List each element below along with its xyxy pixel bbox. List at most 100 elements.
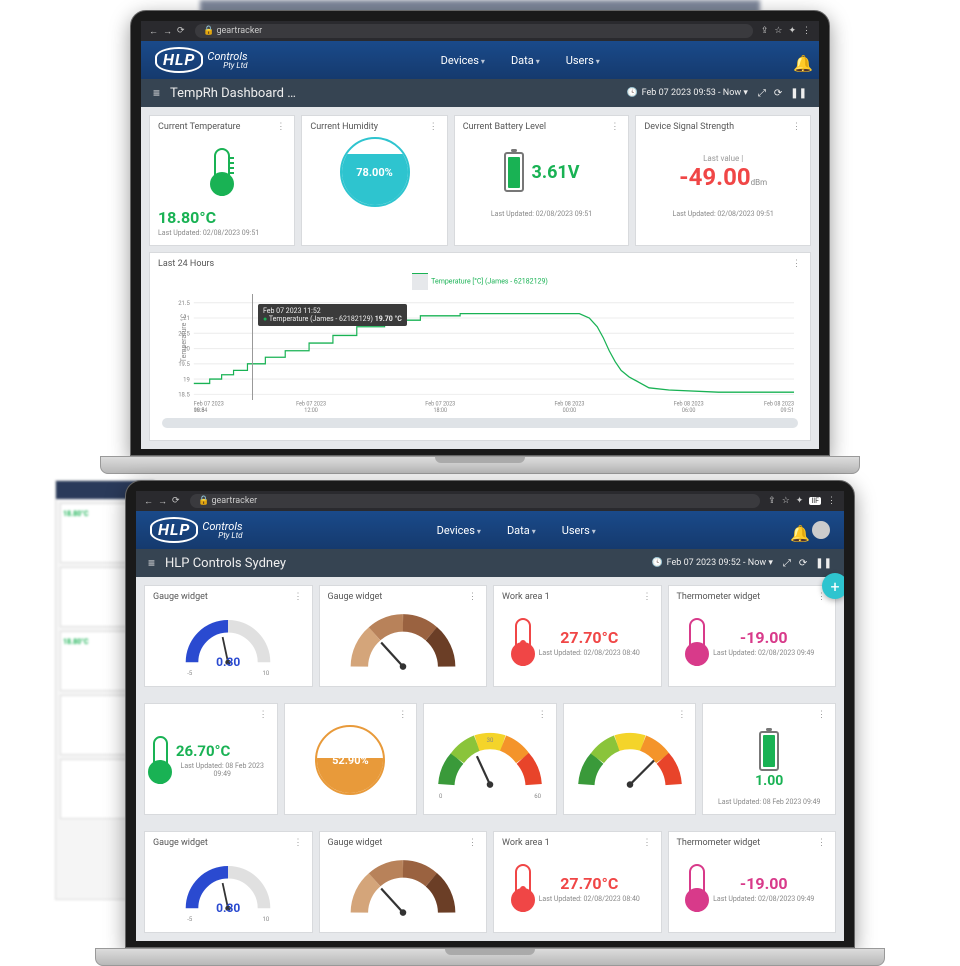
menu-data[interactable]: Data [507, 524, 536, 537]
chart-series-line [194, 314, 794, 393]
card-title: Thermometer widget [677, 838, 761, 848]
puzzle-icon[interactable]: ✦ [788, 26, 796, 36]
brand-logo[interactable]: HLP ControlsPty Ltd [150, 517, 242, 543]
y-axis-label: Temperature °C [180, 314, 188, 362]
menu-dots-icon[interactable]: ⋮ [827, 496, 836, 506]
back-icon[interactable]: ← [144, 496, 154, 506]
refresh-icon[interactable]: ⟳ [774, 88, 782, 99]
signal-unit: dBm [751, 178, 768, 187]
card-menu-icon[interactable]: ⋮ [643, 838, 653, 848]
card-menu-icon[interactable]: ⋮ [294, 592, 304, 602]
chart-scrubber [252, 294, 253, 400]
browser-chrome: ← → ⟳ 🔒 geartracker ⇪ ☆ ✦ IIF ⋮ [136, 491, 844, 511]
card-menu-icon[interactable]: ⋮ [294, 838, 304, 848]
card-menu-icon[interactable]: ⋮ [677, 710, 687, 720]
card-gauge-brown: Gauge widget⋮ [319, 831, 488, 933]
time-range-picker[interactable]: Feb 07 2023 09:53 - Now ▾ [626, 88, 747, 98]
thermometer-icon [689, 864, 705, 912]
menu-users[interactable]: Users [562, 524, 596, 537]
star-icon[interactable]: ☆ [774, 26, 782, 36]
battery-value: 3.61V [532, 162, 580, 183]
chart-scrollbar[interactable] [162, 418, 798, 428]
temperature-value: 27.70°C [539, 628, 640, 647]
card-menu-icon[interactable]: ⋮ [468, 592, 478, 602]
bell-icon[interactable]: 🔔 [793, 54, 805, 66]
card-menu-icon[interactable]: ⋮ [468, 838, 478, 848]
brand-logo[interactable]: HLP ControlsPty Ltd [155, 47, 247, 73]
card-menu-icon[interactable]: ⋮ [259, 710, 269, 720]
svg-text:Feb 08 2023: Feb 08 2023 [674, 401, 704, 407]
app-topbar: HLP ControlsPty Ltd Devices Data Users 🔔 [141, 41, 819, 79]
card-signal-strength: Device Signal Strength⋮ Last value | -49… [635, 115, 811, 246]
card-menu-icon[interactable]: ⋮ [429, 122, 439, 132]
laptop-base [100, 456, 860, 474]
card-menu-icon[interactable]: ⋮ [792, 259, 802, 269]
thermometer-icon [689, 618, 705, 666]
expand-icon[interactable]: ⤢ [783, 558, 791, 569]
card-menu-icon[interactable]: ⋮ [643, 592, 653, 602]
share-icon[interactable]: ⇪ [761, 26, 769, 36]
hamburger-icon[interactable]: ≡ [148, 556, 155, 570]
svg-text:21.5: 21.5 [178, 299, 190, 307]
card-title: Device Signal Strength [644, 122, 734, 132]
card-last-24-hours: Last 24 Hours⋮ Temperature [°C] (James -… [149, 252, 811, 441]
card-menu-icon[interactable]: ⋮ [817, 710, 827, 720]
svg-text:09:51: 09:51 [780, 408, 794, 414]
menu-devices[interactable]: Devices [437, 524, 481, 537]
card-menu-icon[interactable]: ⋮ [538, 710, 548, 720]
menu-users[interactable]: Users [566, 54, 600, 67]
card-menu-icon[interactable]: ⋮ [792, 122, 802, 132]
forward-icon[interactable]: → [158, 496, 168, 506]
svg-text:Feb 07 2023: Feb 07 2023 [194, 401, 224, 407]
card-menu-icon[interactable]: ⋮ [276, 122, 286, 132]
card-menu-icon[interactable]: ⋮ [610, 122, 620, 132]
card-title: Work area 1 [502, 592, 550, 602]
pause-icon[interactable]: ❚❚ [815, 558, 832, 569]
svg-text:00:00: 00:00 [563, 408, 577, 414]
nav-controls[interactable]: ← → ⟳ [144, 496, 182, 506]
puzzle-icon[interactable]: ✦ [796, 496, 804, 506]
dashboard-grid-bottom: Gauge widget⋮ 0.30 -510 Gauge widget⋮ [136, 577, 844, 695]
nav-controls[interactable]: ← → ⟳ [149, 26, 187, 36]
reload-icon[interactable]: ⟳ [177, 26, 187, 36]
back-icon[interactable]: ← [149, 26, 159, 36]
app-topbar: HLP ControlsPty Ltd Devices Data Users 🔔 [136, 511, 844, 549]
line-chart[interactable]: Temperature °C 21.5 21 20.5 20 19.5 19 1… [162, 294, 798, 414]
expand-icon[interactable]: ⤢ [758, 88, 766, 99]
add-widget-fab[interactable]: + [822, 573, 844, 599]
card-title: Gauge widget [328, 592, 383, 602]
user-avatar[interactable] [812, 521, 830, 539]
card-gauge-rainbow: ⋮ 03060 [423, 703, 557, 815]
laptop-bottom: ← → ⟳ 🔒 geartracker ⇪ ☆ ✦ IIF ⋮ HLP ControlsPt… [125, 480, 855, 966]
share-icon[interactable]: ⇪ [768, 496, 776, 506]
svg-text:12:00: 12:00 [304, 408, 318, 414]
star-icon[interactable]: ☆ [782, 496, 790, 506]
card-gauge-brown: Gauge widget ⋮ [319, 585, 488, 687]
address-bar[interactable]: 🔒 geartracker [195, 24, 753, 38]
thermometer-icon [515, 864, 531, 912]
chart-legend: Temperature [°C] (James - 62182129) [158, 273, 802, 290]
menu-data[interactable]: Data [511, 54, 540, 67]
humidity-value: 78.00% [342, 139, 408, 205]
card-title: Thermometer widget [677, 592, 761, 602]
ext-badge[interactable]: IIF [809, 497, 821, 505]
battery-icon [504, 152, 524, 192]
bell-icon[interactable]: 🔔 [790, 524, 802, 536]
forward-icon[interactable]: → [163, 26, 173, 36]
card-battery-level: Current Battery Level⋮ 3.61V Last Update… [454, 115, 630, 246]
hamburger-icon[interactable]: ≡ [153, 86, 160, 100]
menu-devices[interactable]: Devices [441, 54, 485, 67]
thermometer-icon [515, 618, 531, 666]
reload-icon[interactable]: ⟳ [172, 496, 182, 506]
card-work-area: Work area 1⋮ 27.70°CLast Updated: 02/08/… [493, 831, 662, 933]
card-menu-icon[interactable]: ⋮ [817, 838, 827, 848]
last-updated: Last Updated: 02/08/2023 09:51 [463, 210, 621, 218]
address-bar[interactable]: 🔒 geartracker [190, 494, 760, 508]
menu-dots-icon[interactable]: ⋮ [802, 26, 811, 36]
pause-icon[interactable]: ❚❚ [790, 88, 807, 99]
time-range-picker[interactable]: Feb 07 2023 09:52 - Now ▾ [651, 558, 772, 568]
dashboard-subbar: ≡ TempRh Dashboard … Feb 07 2023 09:53 -… [141, 79, 819, 107]
dashboard-grid-top: Current Temperature⋮ 18.80°C Last Update… [141, 107, 819, 449]
card-menu-icon[interactable]: ⋮ [398, 710, 408, 720]
refresh-icon[interactable]: ⟳ [799, 558, 807, 569]
